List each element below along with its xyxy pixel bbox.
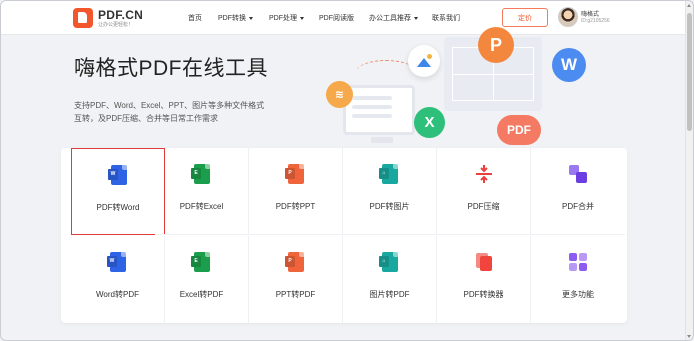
site-logo[interactable]: PDF.CN 让办公更轻松！ [73, 8, 143, 28]
pdf-to-image-icon: ⌂ [380, 164, 400, 184]
scroll-up-arrow-icon[interactable] [687, 4, 691, 7]
pdf-to-word-icon: W [109, 165, 129, 185]
tool-label: PDF合并 [562, 202, 594, 211]
hero-description: 支持PDF、Word、Excel、PPT、图片等多种文件格式 互转，及PDF压缩… [74, 99, 304, 125]
scrollbar-thumb[interactable] [687, 13, 692, 131]
pdf-to-excel-icon: E [192, 164, 212, 184]
tool-label: PDF转Word [96, 203, 140, 212]
image-to-pdf-icon: ⌂ [380, 252, 400, 272]
word-bubble-icon: W [552, 48, 586, 82]
tool-pdf-to-excel[interactable]: E PDF转Excel [155, 148, 249, 235]
browser-frame: PDF.CN 让办公更轻松！ 首页 PDF转换 PDF处理 PDF阅读版 办公工… [0, 0, 694, 341]
nav-item-pdf-process[interactable]: PDF处理 [269, 13, 304, 23]
ppt-bubble-icon: P [478, 27, 514, 63]
image-bubble-icon [408, 45, 440, 77]
hero-description-line: 支持PDF、Word、Excel、PPT、图片等多种文件格式 [74, 101, 265, 110]
word-to-pdf-icon: W [108, 252, 128, 272]
hero-description-line: 互转，及PDF压缩、合并等日常工作需求 [74, 114, 218, 123]
tool-label: Word转PDF [96, 290, 139, 299]
tool-pdf-compress[interactable]: PDF压缩 [437, 148, 531, 235]
tool-pdf-to-word[interactable]: W PDF转Word [71, 148, 165, 235]
nav-item-home[interactable]: 首页 [188, 13, 202, 23]
dashed-arrow-graphic [356, 60, 416, 84]
merge-icon [568, 164, 588, 184]
tool-pdf-to-image[interactable]: ⌂ PDF转图片 [343, 148, 437, 235]
pdf-bubble-icon: PDF [497, 115, 541, 145]
tool-label: PDF转PPT [275, 202, 316, 211]
more-features-icon [568, 252, 588, 272]
scroll-down-arrow-icon[interactable] [687, 335, 691, 338]
converter-icon [474, 252, 494, 272]
monitor-graphic [343, 85, 415, 135]
tool-pdf-converter[interactable]: PDF转换器 [437, 236, 531, 323]
tool-label: 更多功能 [562, 290, 594, 299]
tool-image-to-pdf[interactable]: ⌂ 图片转PDF [343, 236, 437, 323]
tool-label: Excel转PDF [179, 290, 224, 299]
ppt-to-pdf-icon: P [286, 252, 306, 272]
tool-excel-to-pdf[interactable]: E Excel转PDF [155, 236, 249, 323]
tools-panel: W PDF转Word E PDF转Excel P PDF转PPT ⌂ PDF转图… [61, 148, 627, 323]
nav-item-pdf-convert[interactable]: PDF转换 [218, 13, 253, 23]
page-title: 嗨格式PDF在线工具 [74, 57, 268, 80]
tool-label: PDF转换器 [463, 290, 504, 299]
tool-ppt-to-pdf[interactable]: P PPT转PDF [249, 236, 343, 323]
tool-pdf-to-ppt[interactable]: P PDF转PPT [249, 148, 343, 235]
tool-more-features[interactable]: 更多功能 [531, 236, 625, 323]
chevron-down-icon [249, 16, 253, 20]
pdf-to-ppt-icon: P [286, 164, 306, 184]
monitor-stand-graphic [371, 137, 393, 143]
tool-label: 图片转PDF [369, 290, 410, 299]
logo-icon [73, 8, 93, 28]
logo-slogan: 让办公更轻松！ [98, 21, 134, 28]
tool-pdf-merge[interactable]: PDF合并 [531, 148, 625, 235]
tool-label: PDF转Excel [179, 202, 224, 211]
excel-bubble-icon: X [414, 107, 445, 138]
tool-label: PDF转图片 [369, 202, 410, 211]
excel-to-pdf-icon: E [192, 252, 212, 272]
zip-bubble-icon: ≋ [326, 81, 353, 108]
tool-label: PDF压缩 [467, 202, 500, 211]
compress-icon [474, 164, 494, 184]
hero-illustration: P W ≋ X PDF [301, 15, 601, 155]
logo-name: PDF.CN [98, 7, 144, 22]
tool-label: PPT转PDF [275, 290, 316, 299]
tool-word-to-pdf[interactable]: W Word转PDF [71, 236, 165, 323]
